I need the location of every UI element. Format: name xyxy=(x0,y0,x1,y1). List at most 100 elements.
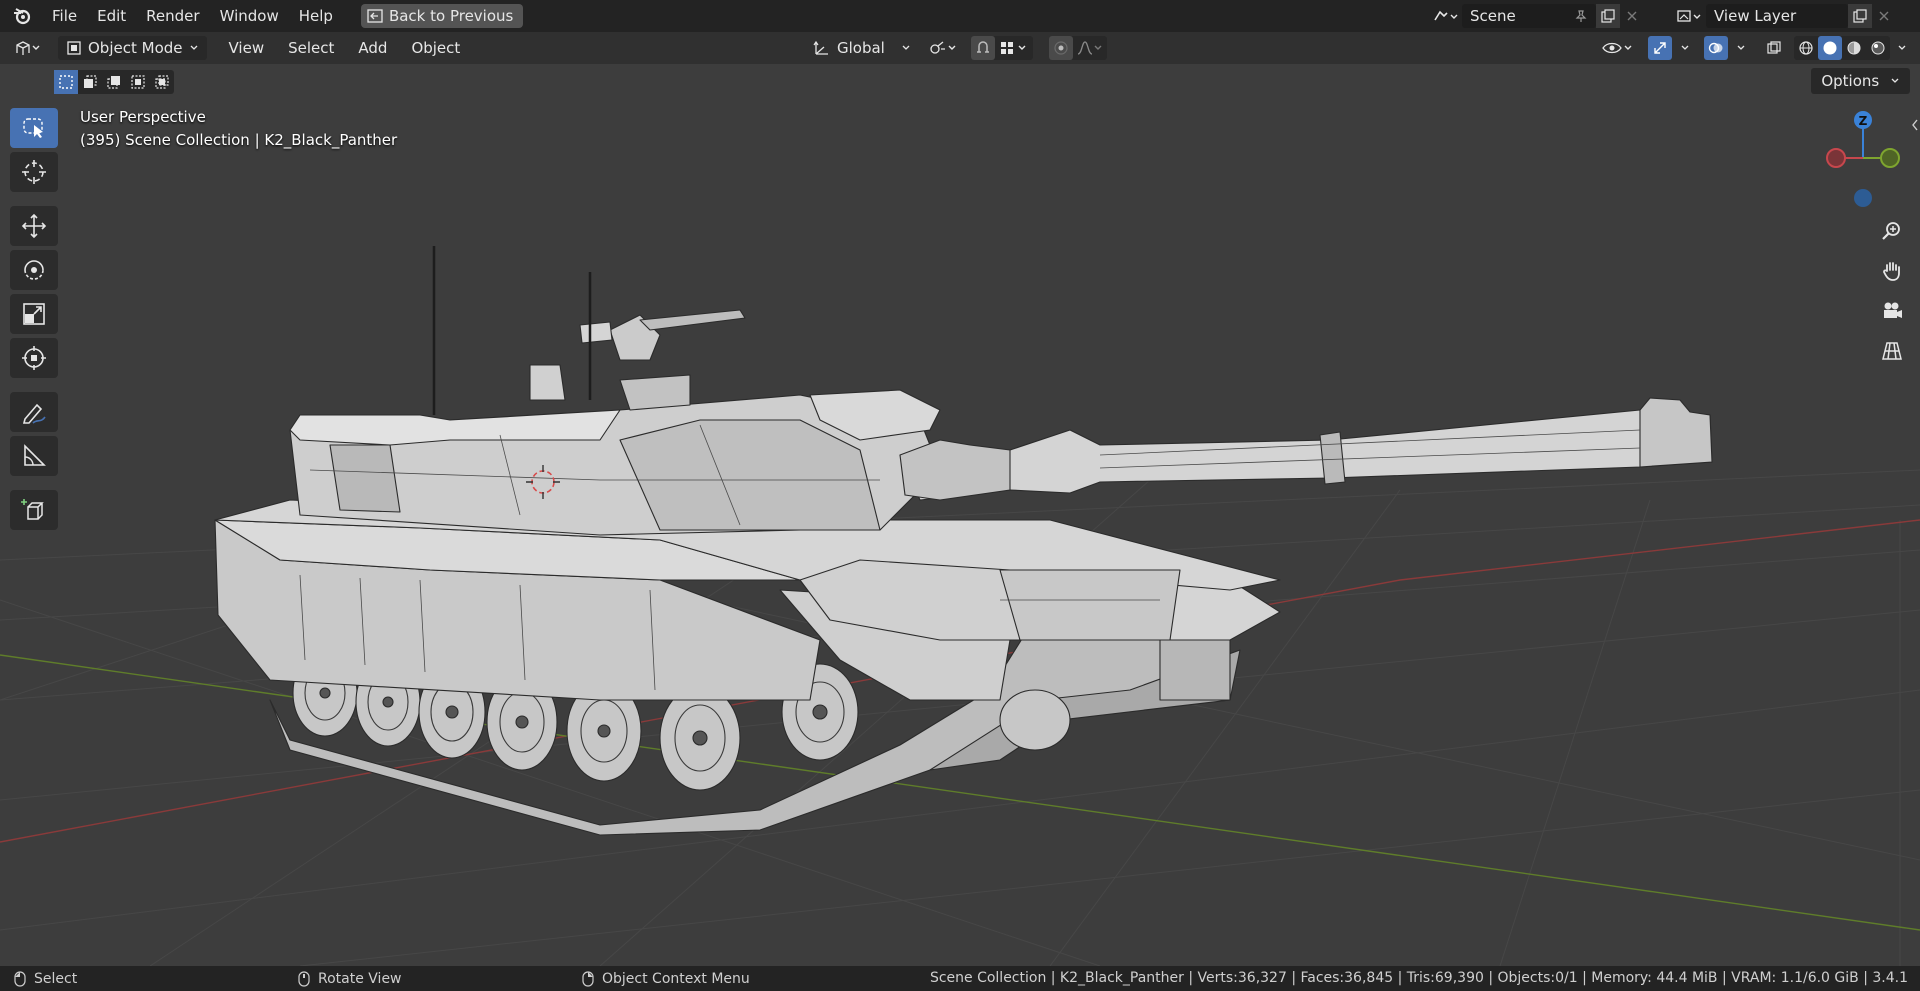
measure-icon xyxy=(24,444,46,466)
pin-icon[interactable] xyxy=(1574,9,1588,23)
top-bar: File Edit Render Window Help Back to Pre… xyxy=(0,0,1920,32)
new-scene-icon[interactable] xyxy=(1596,4,1620,28)
orientation-icon xyxy=(813,40,828,55)
delete-view-layer-icon[interactable] xyxy=(1872,4,1896,28)
tool-move[interactable] xyxy=(10,206,58,246)
tool-annotate[interactable] xyxy=(10,392,58,432)
tool-rotate[interactable] xyxy=(10,250,58,290)
transform-orientation-label: Global xyxy=(837,39,885,57)
gizmo-neg-z-axis[interactable] xyxy=(1854,189,1872,207)
select-extend-icon[interactable] xyxy=(78,70,102,94)
navigation-gizmo[interactable]: Z xyxy=(1818,108,1908,218)
annotate-icon xyxy=(22,403,46,424)
chevron-down-icon xyxy=(190,45,197,50)
select-box-icon xyxy=(23,118,43,138)
view-layer-browse-icon[interactable] xyxy=(1672,4,1706,28)
navigation-buttons xyxy=(1874,214,1910,368)
tool-measure[interactable] xyxy=(10,436,58,476)
gizmo-neg-y-axis[interactable] xyxy=(1880,148,1900,168)
xray-toggle-icon[interactable] xyxy=(1762,36,1786,60)
add-cube-icon xyxy=(21,499,44,520)
gizmo-toggle-icon[interactable] xyxy=(1648,36,1672,60)
blender-logo-icon[interactable] xyxy=(12,6,32,26)
header-menu-object[interactable]: Object xyxy=(401,36,470,60)
view-layer-name: View Layer xyxy=(1714,7,1797,25)
header-menu-view[interactable]: View xyxy=(219,36,275,60)
hint-context-menu: Object Context Menu xyxy=(582,971,852,987)
select-intersect-icon[interactable] xyxy=(150,70,174,94)
zoom-icon[interactable] xyxy=(1874,214,1910,248)
snap-toggle-icon[interactable] xyxy=(970,36,995,60)
viewport-header: Object Mode View Select Add Object Globa… xyxy=(0,32,1920,64)
header-menu-add[interactable]: Add xyxy=(348,36,397,60)
transform-icon xyxy=(22,346,46,370)
menu-window[interactable]: Window xyxy=(210,0,289,32)
overlays-dropdown-icon[interactable] xyxy=(1732,36,1750,60)
status-bar: Select Rotate View Object Context Menu S… xyxy=(0,966,1920,991)
menu-file[interactable]: File xyxy=(42,0,87,32)
gizmo-dropdown-icon[interactable] xyxy=(1676,36,1694,60)
tool-transform[interactable] xyxy=(10,338,58,378)
mode-dropdown[interactable]: Object Mode xyxy=(58,36,207,60)
camera-view-icon[interactable] xyxy=(1874,294,1910,328)
viewport-scene xyxy=(0,246,1920,966)
tank-model[interactable] xyxy=(214,246,1713,836)
shading-solid-icon[interactable] xyxy=(1818,36,1842,60)
falloff-curve-icon[interactable] xyxy=(1073,36,1107,60)
transform-orientation-dropdown[interactable]: Global xyxy=(805,36,919,60)
select-subtract-icon[interactable] xyxy=(102,70,126,94)
editor-type-icon[interactable] xyxy=(10,36,46,60)
hint-context-menu-label: Object Context Menu xyxy=(602,970,750,987)
collection-label: (395) Scene Collection | K2_Black_Panthe… xyxy=(80,131,398,149)
proportional-editing-icon[interactable] xyxy=(1048,36,1073,60)
tool-select-box[interactable] xyxy=(10,108,58,148)
select-invert-icon[interactable] xyxy=(126,70,150,94)
hint-rotate-view-label: Rotate View xyxy=(318,970,402,987)
mode-label: Object Mode xyxy=(88,39,183,57)
object-mode-icon xyxy=(67,41,81,55)
hint-select-label: Select xyxy=(34,970,78,987)
hint-select: Select xyxy=(14,971,284,987)
hint-rotate-view: Rotate View xyxy=(298,971,568,987)
tool-scale[interactable] xyxy=(10,294,58,334)
header-menu-select[interactable]: Select xyxy=(278,36,344,60)
back-icon xyxy=(367,9,383,23)
mouse-right-icon xyxy=(582,970,594,987)
sidebar-toggle-icon[interactable] xyxy=(1910,118,1920,132)
mouse-left-icon xyxy=(14,970,26,987)
scene-name: Scene xyxy=(1470,7,1516,25)
chevron-down-icon xyxy=(1891,78,1899,83)
menu-render[interactable]: Render xyxy=(136,0,209,32)
menu-edit[interactable]: Edit xyxy=(87,0,136,32)
shading-rendered-icon[interactable] xyxy=(1866,36,1890,60)
view-layer-selector: View Layer xyxy=(1672,4,1896,28)
scene-name-field[interactable]: Scene xyxy=(1462,4,1596,28)
gizmo-neg-x-axis[interactable] xyxy=(1826,148,1846,168)
select-new-icon[interactable] xyxy=(54,70,78,94)
options-dropdown[interactable]: Options xyxy=(1811,68,1910,94)
visibility-icon[interactable] xyxy=(1598,36,1638,60)
tool-add-cube[interactable] xyxy=(10,490,58,530)
tool-cursor[interactable] xyxy=(10,152,58,192)
new-view-layer-icon[interactable] xyxy=(1848,4,1872,28)
view-layer-field[interactable]: View Layer xyxy=(1706,4,1848,28)
shading-material-icon[interactable] xyxy=(1842,36,1866,60)
pivot-point-icon[interactable] xyxy=(925,36,961,60)
selection-mode-group xyxy=(54,70,174,94)
scene-statistics: Scene Collection | K2_Black_Panther | Ve… xyxy=(929,970,1908,986)
shading-wireframe-icon[interactable] xyxy=(1794,36,1818,60)
back-to-previous-button[interactable]: Back to Previous xyxy=(360,4,524,28)
3d-viewport[interactable] xyxy=(0,98,1920,966)
shading-dropdown-icon[interactable] xyxy=(1894,36,1910,60)
menu-help[interactable]: Help xyxy=(289,0,343,32)
tool-shelf xyxy=(10,108,60,530)
rotate-icon xyxy=(24,260,44,280)
snap-target-icon[interactable] xyxy=(995,36,1033,60)
delete-scene-icon[interactable] xyxy=(1620,4,1644,28)
perspective-toggle-icon[interactable] xyxy=(1874,334,1910,368)
move-icon xyxy=(21,213,47,239)
overlays-toggle-icon[interactable] xyxy=(1704,36,1728,60)
gizmo-z-label: Z xyxy=(1859,114,1868,128)
pan-hand-icon[interactable] xyxy=(1874,254,1910,288)
scene-browse-icon[interactable] xyxy=(1428,4,1462,28)
